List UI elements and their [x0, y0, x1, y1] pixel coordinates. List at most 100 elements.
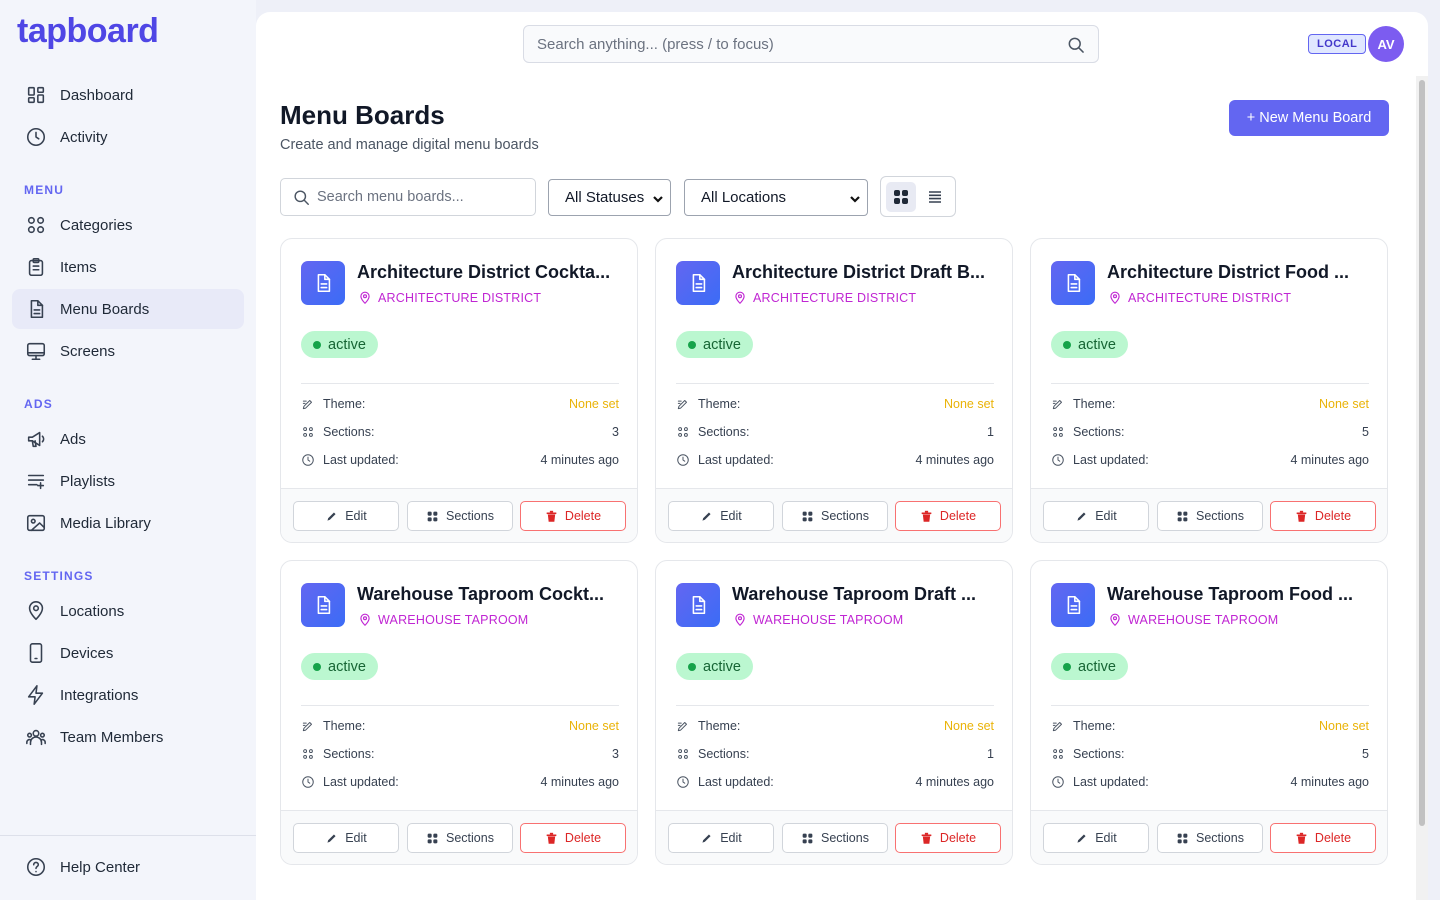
menu-board-card[interactable]: Architecture District Cockta... ARCHITEC…	[280, 238, 638, 543]
status-filter-select[interactable]: All Statuses	[548, 179, 671, 216]
sections-button[interactable]: Sections	[1157, 501, 1263, 531]
sidebar-item-playlists[interactable]: Playlists	[12, 461, 244, 501]
menu-board-card[interactable]: Architecture District Food ... ARCHITECT…	[1030, 238, 1388, 543]
global-search-input[interactable]: Search anything... (press / to focus)	[523, 25, 1099, 63]
sections-label: Sections:	[323, 747, 375, 761]
edit-button[interactable]: Edit	[1043, 823, 1149, 853]
page-title: Menu Boards	[280, 100, 445, 130]
status-label: active	[1078, 658, 1116, 675]
new-menu-board-button[interactable]: + New Menu Board	[1229, 100, 1389, 136]
sidebar-divider	[0, 835, 256, 836]
sidebar-item-media-library[interactable]: Media Library	[12, 503, 244, 543]
menu-board-search-placeholder: Search menu boards...	[317, 189, 464, 205]
location-pin-icon	[1110, 613, 1120, 627]
menu-board-search-input[interactable]: Search menu boards...	[280, 178, 536, 216]
pencil-icon	[327, 833, 336, 843]
clipboard-icon	[24, 255, 48, 279]
menu-board-card[interactable]: Architecture District Draft B... ARCHITE…	[655, 238, 1013, 543]
menu-board-card[interactable]: Warehouse Taproom Food ... WAREHOUSE TAP…	[1030, 560, 1388, 865]
team-icon	[24, 725, 48, 749]
trash-icon	[921, 832, 932, 844]
list-view-button[interactable]	[920, 182, 950, 212]
card-title[interactable]: Architecture District Cockta...	[357, 262, 621, 283]
delete-button[interactable]: Delete	[1270, 501, 1376, 531]
sidebar-item-devices[interactable]: Devices	[12, 633, 244, 673]
sidebar-item-ads[interactable]: Ads	[12, 419, 244, 459]
dashboard-icon	[24, 83, 48, 107]
delete-button[interactable]: Delete	[520, 501, 626, 531]
clock-icon	[24, 125, 48, 149]
sidebar-item-label: Playlists	[60, 472, 116, 490]
last-updated-label: Last updated:	[323, 775, 399, 789]
delete-button-label: Delete	[564, 509, 602, 523]
card-title[interactable]: Warehouse Taproom Cockt...	[357, 584, 621, 605]
status-dot	[688, 340, 696, 349]
sidebar-item-help-center[interactable]: Help Center	[12, 847, 244, 887]
scrollbar-thumb[interactable]	[1419, 80, 1425, 826]
sidebar-item-screens[interactable]: Screens	[12, 331, 244, 371]
menu-board-card[interactable]: Warehouse Taproom Cockt... WAREHOUSE TAP…	[280, 560, 638, 865]
clock-icon	[677, 776, 689, 788]
search-icon[interactable]	[1066, 35, 1086, 55]
last-updated-value: 4 minutes ago	[915, 775, 994, 789]
chevron-down-icon	[849, 192, 861, 204]
sections-label: Sections:	[1073, 425, 1125, 439]
card-divider	[301, 705, 619, 706]
sidebar-item-team-members[interactable]: Team Members	[12, 717, 244, 757]
edit-button[interactable]: Edit	[293, 823, 399, 853]
trash-icon	[1296, 510, 1307, 522]
sections-button[interactable]: Sections	[782, 501, 888, 531]
delete-button[interactable]: Delete	[895, 823, 1001, 853]
edit-button[interactable]: Edit	[668, 823, 774, 853]
avatar[interactable]: AV	[1368, 26, 1404, 62]
sections-value: 5	[1362, 747, 1369, 761]
menu-board-card[interactable]: Warehouse Taproom Draft ... WAREHOUSE TA…	[655, 560, 1013, 865]
delete-button-label: Delete	[939, 831, 977, 845]
sidebar-item-label: Integrations	[60, 686, 139, 704]
sections-icon	[1177, 833, 1188, 843]
last-updated-value: 4 minutes ago	[1290, 775, 1369, 789]
categories-icon	[24, 213, 48, 237]
last-updated-row: Last updated: 4 minutes ago	[301, 453, 619, 467]
card-title[interactable]: Warehouse Taproom Draft ...	[732, 584, 996, 605]
sections-button[interactable]: Sections	[407, 823, 513, 853]
sidebar-item-items[interactable]: Items	[12, 247, 244, 287]
last-updated-value: 4 minutes ago	[1290, 453, 1369, 467]
section-heading-menu: MENU	[24, 183, 65, 197]
card-location-label: ARCHITECTURE DISTRICT	[1128, 291, 1292, 305]
delete-button[interactable]: Delete	[895, 501, 1001, 531]
app-logo[interactable]: tapboard	[17, 12, 159, 51]
card-location: ARCHITECTURE DISTRICT	[358, 291, 541, 305]
delete-button[interactable]: Delete	[1270, 823, 1376, 853]
sidebar-item-label: Ads	[60, 430, 86, 448]
last-updated-value: 4 minutes ago	[915, 453, 994, 467]
sections-value: 5	[1362, 425, 1369, 439]
sections-button[interactable]: Sections	[782, 823, 888, 853]
sidebar-item-menu-boards[interactable]: Menu Boards	[12, 289, 244, 329]
theme-value: None set	[1318, 397, 1369, 411]
edit-button[interactable]: Edit	[1043, 501, 1149, 531]
grid-view-button[interactable]	[886, 182, 916, 212]
sidebar-item-dashboard[interactable]: Dashboard	[12, 75, 244, 115]
theme-label: Theme:	[323, 719, 366, 733]
scrollbar[interactable]	[1416, 76, 1428, 900]
card-title[interactable]: Architecture District Draft B...	[732, 262, 996, 283]
megaphone-icon	[24, 427, 48, 451]
card-title[interactable]: Architecture District Food ...	[1107, 262, 1371, 283]
edit-button[interactable]: Edit	[293, 501, 399, 531]
delete-button[interactable]: Delete	[520, 823, 626, 853]
location-filter-select[interactable]: All Locations	[684, 179, 868, 216]
sidebar-item-label: Activity	[60, 128, 108, 146]
playlist-icon	[24, 469, 48, 493]
edit-button-label: Edit	[345, 509, 367, 523]
sidebar-item-locations[interactable]: Locations	[12, 591, 244, 631]
sections-button[interactable]: Sections	[407, 501, 513, 531]
sidebar-item-activity[interactable]: Activity	[12, 117, 244, 157]
delete-button-label: Delete	[1314, 831, 1352, 845]
sidebar-item-categories[interactable]: Categories	[12, 205, 244, 245]
card-title[interactable]: Warehouse Taproom Food ...	[1107, 584, 1371, 605]
sections-button[interactable]: Sections	[1157, 823, 1263, 853]
sidebar-item-integrations[interactable]: Integrations	[12, 675, 244, 715]
edit-button[interactable]: Edit	[668, 501, 774, 531]
phone-icon	[24, 641, 48, 665]
